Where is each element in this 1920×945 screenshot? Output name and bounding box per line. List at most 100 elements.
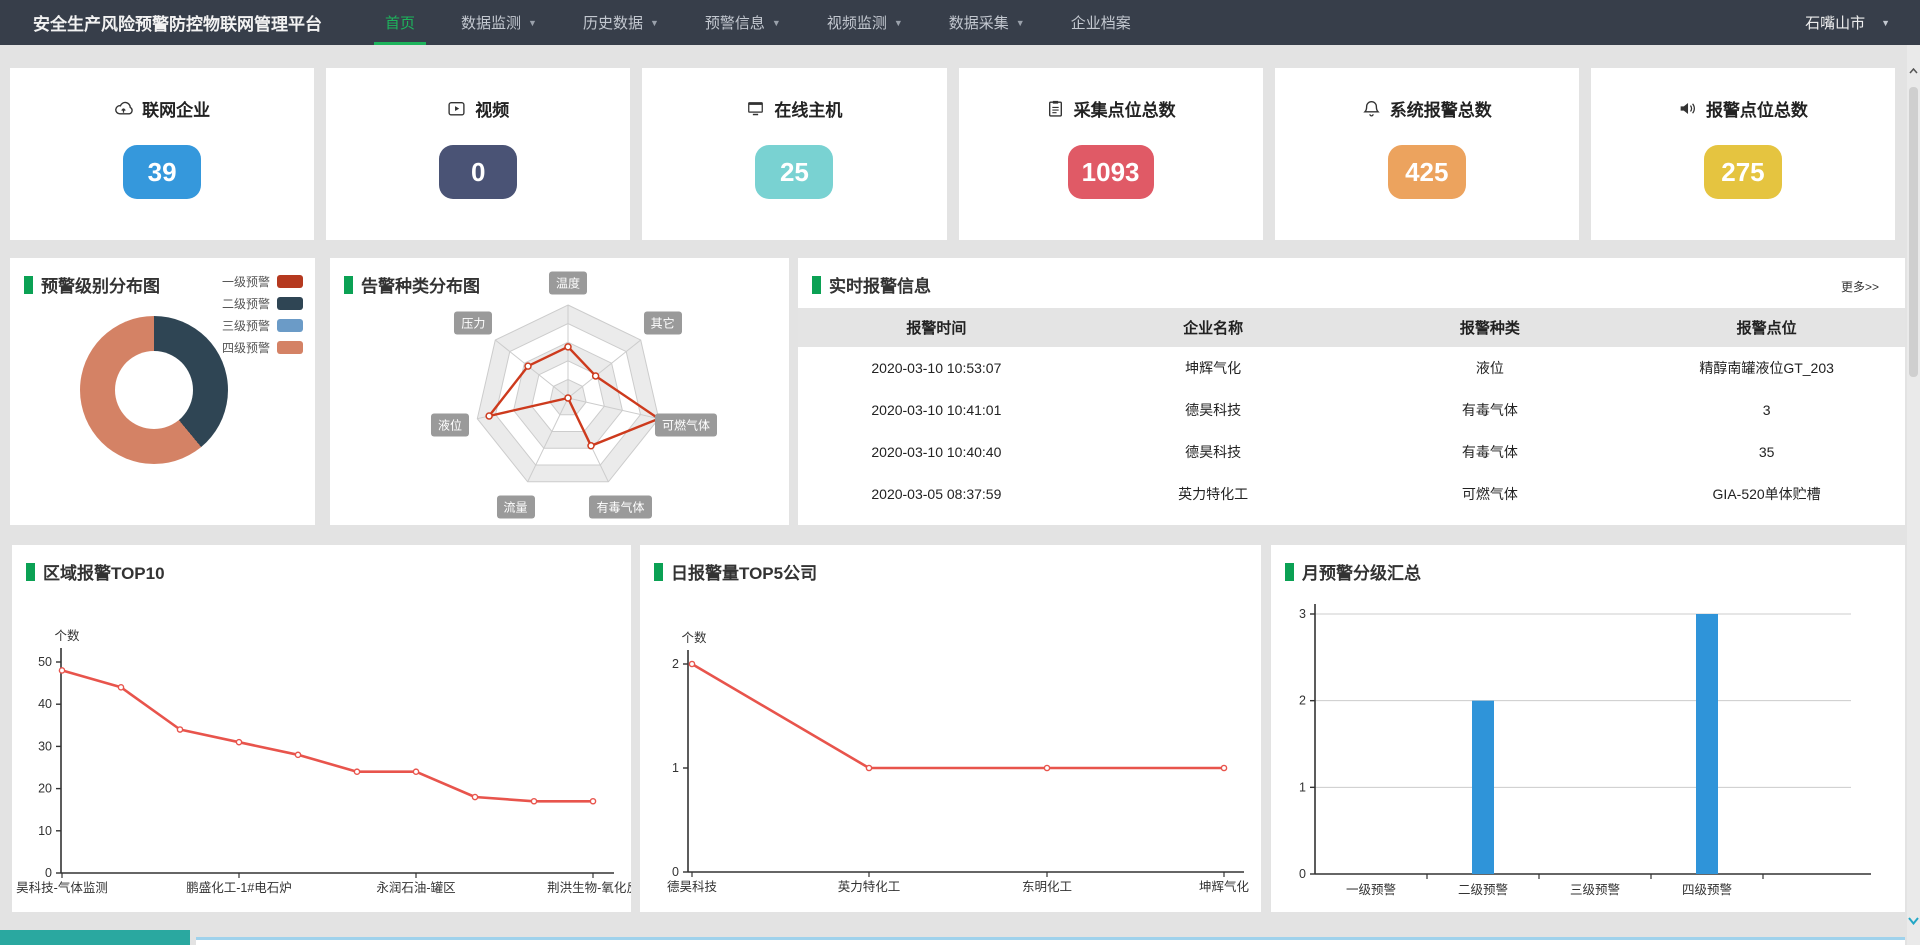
chevron-down-icon: ▼: [650, 18, 659, 28]
nav-item-1[interactable]: 首页: [362, 0, 438, 45]
region-label: 石嘴山市: [1805, 12, 1865, 33]
legend-item[interactable]: 三级预警: [222, 314, 303, 336]
svg-text:0: 0: [672, 865, 679, 879]
svg-text:0: 0: [45, 866, 52, 880]
legend-swatch: [277, 341, 303, 354]
donut-legend: 一级预警二级预警三级预警四级预警: [222, 270, 303, 358]
table-cell: 2020-03-05 08:37:59: [798, 473, 1075, 515]
bar-chart-monthly-summary: 0123一级预警二级预警三级预警四级预警: [1271, 545, 1905, 912]
legend-swatch: [277, 319, 303, 332]
panel-region-alarm-top10: 区域报警TOP10 01020304050个数昊科技-气体监测鹏盛化工-1#电石…: [12, 545, 631, 912]
more-link[interactable]: 更多>>: [1841, 278, 1879, 295]
scroll-up-button[interactable]: [1907, 63, 1920, 79]
line-chart-region-top10: 01020304050个数昊科技-气体监测鹏盛化工-1#电石炉永润石油-罐区荆洪…: [12, 545, 631, 912]
radar-axis-label: 温度: [549, 272, 587, 295]
column-header: 企业名称: [1075, 308, 1352, 347]
stat-card-header: 视频: [447, 96, 509, 121]
svg-text:50: 50: [38, 655, 52, 669]
column-header: 报警点位: [1628, 308, 1905, 347]
svg-text:1: 1: [1299, 780, 1306, 794]
scroll-down-button[interactable]: [1907, 913, 1920, 929]
nav-item-7[interactable]: 企业档案: [1048, 0, 1154, 45]
stat-card-value: 0: [439, 145, 517, 199]
legend-label: 二级预警: [222, 295, 270, 312]
nav-item-5[interactable]: 视频监测▼: [804, 0, 926, 45]
table-cell: 德昊科技: [1075, 389, 1352, 431]
donut-chart: [80, 316, 228, 464]
svg-text:3: 3: [1299, 607, 1306, 621]
chevron-down-icon: ▼: [894, 18, 903, 28]
legend-item[interactable]: 二级预警: [222, 292, 303, 314]
svg-text:坤辉气化: 坤辉气化: [1199, 879, 1250, 894]
line-chart-daily-top5: 012个数德昊科技英力特化工东明化工坤辉气化: [640, 545, 1261, 912]
stat-card-3: 在线主机25: [642, 68, 946, 240]
table-cell: 2020-03-10 10:40:40: [798, 431, 1075, 473]
nav-item-label: 历史数据: [583, 12, 643, 33]
legend-swatch: [277, 297, 303, 310]
radar-axis-label: 其它: [644, 311, 682, 334]
title-marker-icon: [654, 563, 663, 581]
stat-card-header: 系统报警总数: [1362, 96, 1492, 121]
radar-axis-label: 有毒气体: [589, 496, 651, 519]
svg-text:40: 40: [38, 697, 52, 711]
table-cell: 2020-03-10 10:53:07: [798, 347, 1075, 389]
radar-axis-label: 可燃气体: [655, 413, 717, 436]
region-selector[interactable]: 石嘴山市 ▼: [1805, 12, 1890, 33]
chevron-up-icon: [1909, 68, 1918, 74]
stat-card-value: 275: [1704, 145, 1782, 199]
cloud-icon: [114, 99, 133, 118]
stat-card-label: 联网企业: [142, 96, 210, 121]
svg-text:德昊科技: 德昊科技: [667, 879, 718, 894]
panel-title: 月预警分级汇总: [1302, 559, 1421, 584]
table-cell: GIA-520单体贮槽: [1628, 473, 1905, 515]
panel-header: 实时报警信息: [812, 272, 931, 297]
chevron-down-icon: ▼: [772, 18, 781, 28]
panel-header: 区域报警TOP10: [26, 559, 165, 584]
panel-alarm-type-distribution: 告警种类分布图 温度其它可燃气体有毒气体流量液位压力: [330, 258, 789, 525]
column-header: 报警种类: [1352, 308, 1629, 347]
table-cell: 坤辉气化: [1075, 347, 1352, 389]
panel-daily-alarm-top5: 日报警量TOP5公司 012个数德昊科技英力特化工东明化工坤辉气化: [640, 545, 1261, 912]
legend-item[interactable]: 一级预警: [222, 270, 303, 292]
chevron-down-icon: ▼: [528, 18, 537, 28]
stat-card-2: 视频 0: [326, 68, 630, 240]
realtime-alarm-table: 报警时间企业名称报警种类报警点位 2020-03-10 10:53:07坤辉气化…: [798, 308, 1905, 515]
svg-text:四级预警: 四级预警: [1682, 882, 1732, 897]
stat-card-label: 报警点位总数: [1706, 96, 1808, 121]
scrollbar-thumb[interactable]: [1909, 87, 1918, 377]
panel-title: 预警级别分布图: [41, 272, 160, 297]
stat-card-header: 在线主机: [746, 96, 842, 121]
table-cell: 2020-03-10 10:41:01: [798, 389, 1075, 431]
stat-card-value: 425: [1388, 145, 1466, 199]
nav-item-label: 数据监测: [461, 12, 521, 33]
legend-item[interactable]: 四级预警: [222, 336, 303, 358]
svg-text:1: 1: [672, 761, 679, 775]
table-row: 2020-03-10 10:40:40德昊科技有毒气体35: [798, 431, 1905, 473]
nav-item-6[interactable]: 数据采集▼: [926, 0, 1048, 45]
nav-item-2[interactable]: 数据监测 ▼: [438, 0, 560, 45]
svg-text:0: 0: [1299, 867, 1306, 881]
svg-text:2: 2: [1299, 694, 1306, 708]
svg-text:个数: 个数: [681, 630, 707, 645]
stat-card-value: 39: [123, 145, 201, 199]
nav-item-label: 数据采集: [949, 12, 1009, 33]
stat-card-value: 1093: [1068, 145, 1154, 199]
nav-item-label: 预警信息: [705, 12, 765, 33]
stat-card-header: 联网企业: [114, 96, 210, 121]
dashboard-page: 安全生产风险预警防控物联网管理平台 首页数据监测▼历史数据▼预警信息▼视频监测▼…: [0, 0, 1920, 945]
chevron-down-icon: [1908, 917, 1919, 925]
svg-text:20: 20: [38, 782, 52, 796]
table-cell: 液位: [1352, 347, 1629, 389]
svg-text:永润石油-罐区: 永润石油-罐区: [376, 881, 455, 895]
table-cell: 有毒气体: [1352, 389, 1629, 431]
nav-item-3[interactable]: 历史数据 ▼: [560, 0, 682, 45]
title-marker-icon: [1285, 563, 1294, 581]
vertical-scrollbar[interactable]: [1907, 45, 1920, 945]
panel-header: 告警种类分布图: [344, 272, 480, 297]
radar-axis-label: 压力: [454, 311, 492, 334]
svg-text:10: 10: [38, 824, 52, 838]
radar-chart: [330, 258, 789, 525]
nav-item-4[interactable]: 预警信息 ▼: [682, 0, 804, 45]
panel-header: 预警级别分布图: [24, 272, 160, 297]
panel-realtime-alarms: 实时报警信息 更多>> 报警时间企业名称报警种类报警点位 2020-03-10 …: [798, 258, 1905, 525]
